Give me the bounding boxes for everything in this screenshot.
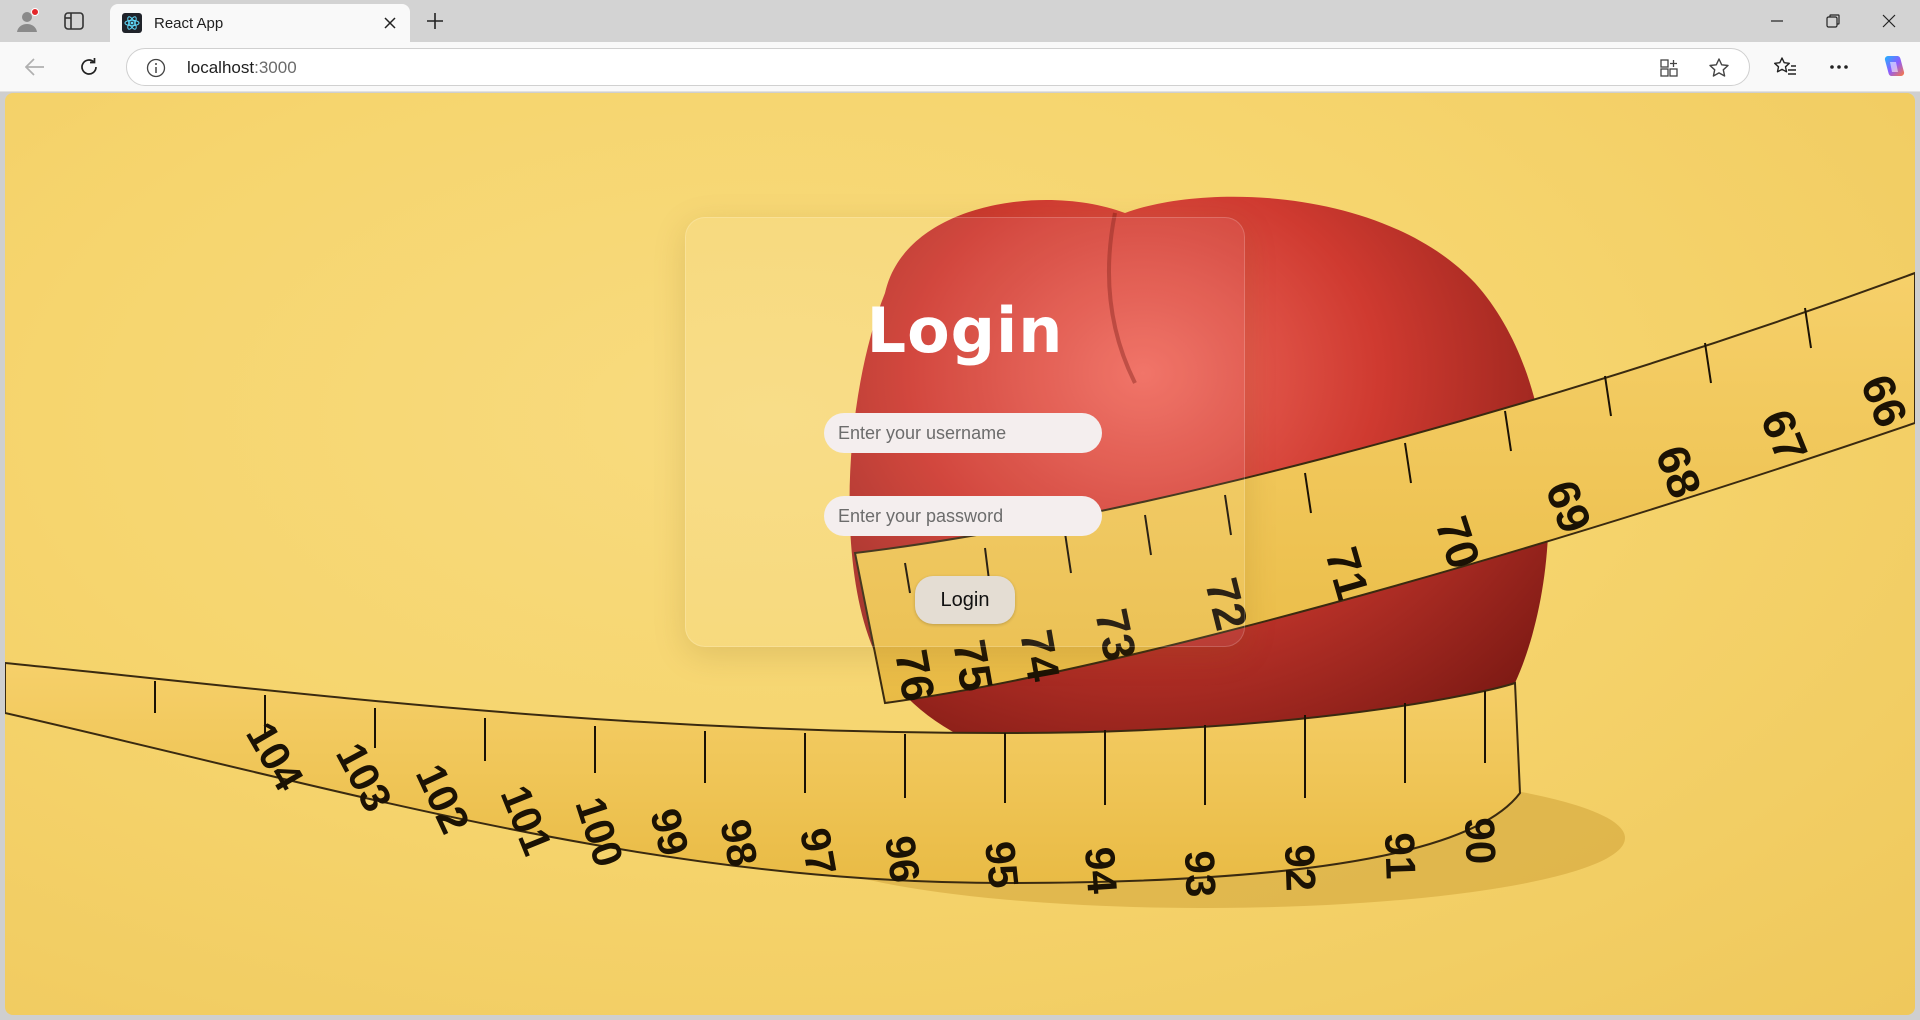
- password-input[interactable]: [824, 496, 1102, 536]
- favorite-star-icon[interactable]: [1707, 56, 1731, 80]
- url-port: :3000: [254, 58, 297, 77]
- tab-react-app[interactable]: React App: [110, 4, 410, 42]
- app-available-icon[interactable]: [1657, 56, 1681, 80]
- address-toolbar: localhost:3000: [0, 42, 1920, 92]
- tape-number: 98: [711, 815, 767, 870]
- tape-number: 95: [976, 839, 1028, 890]
- tab-actions-icon[interactable]: [60, 8, 88, 34]
- copilot-icon[interactable]: [1878, 52, 1908, 82]
- back-icon[interactable]: [20, 52, 50, 82]
- favorites-icon[interactable]: [1770, 52, 1800, 82]
- page-viewport: 76 75 74 73 72 71 70 69 68 67 66 104 103…: [5, 93, 1915, 1015]
- minimize-icon[interactable]: [1750, 0, 1804, 42]
- tab-title: React App: [154, 14, 224, 32]
- url-host: localhost: [187, 58, 255, 77]
- url-text: localhost:3000: [187, 58, 297, 78]
- tape-number: 97: [791, 824, 845, 878]
- tape-number: 90: [1456, 817, 1505, 865]
- window-close-icon[interactable]: [1862, 0, 1916, 42]
- tape-number: 92: [1276, 844, 1325, 892]
- login-card: Login Login: [685, 217, 1245, 647]
- tape-number: 96: [876, 833, 929, 886]
- restore-icon[interactable]: [1806, 0, 1860, 42]
- tape-number: 93: [1176, 850, 1225, 898]
- close-icon[interactable]: [380, 13, 400, 33]
- tape-number: 94: [1076, 845, 1126, 896]
- address-bar[interactable]: localhost:3000: [126, 48, 1750, 86]
- new-tab-icon[interactable]: [420, 8, 450, 34]
- tab-bar: React App: [0, 0, 1920, 42]
- more-icon[interactable]: [1824, 52, 1854, 82]
- react-favicon: [122, 13, 142, 33]
- username-input[interactable]: [824, 413, 1102, 453]
- login-title: Login: [866, 294, 1064, 367]
- info-icon[interactable]: [145, 57, 167, 79]
- refresh-icon[interactable]: [74, 52, 104, 82]
- login-button[interactable]: Login: [915, 576, 1015, 624]
- tape-number: 76: [885, 646, 945, 705]
- tape-number: 91: [1376, 832, 1425, 880]
- profile-icon[interactable]: [12, 6, 42, 36]
